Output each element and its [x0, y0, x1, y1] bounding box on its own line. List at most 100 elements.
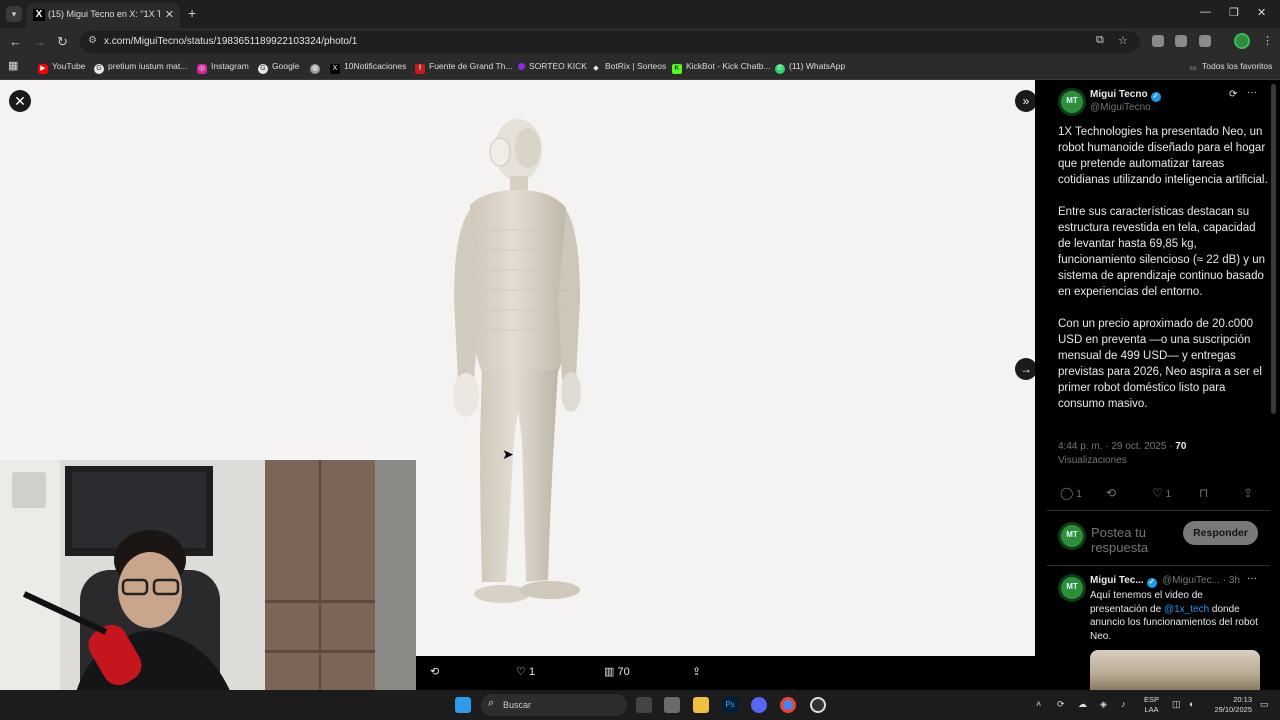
windows-taskbar: ⌕ Buscar Ps ˄ ⟳ ☁ ◈ ♪ ESP LAA ◫ ◖ 20:13 29…	[0, 690, 1280, 720]
wifi-icon[interactable]: ◫	[1172, 699, 1181, 710]
taskbar-clock[interactable]: 20:13 29/10/2025	[1208, 695, 1252, 715]
app-icon[interactable]	[810, 697, 826, 713]
tab-close-icon[interactable]: ✕	[165, 8, 174, 21]
new-tab-button[interactable]: +	[188, 5, 196, 21]
bookmark-globe[interactable]: ◍	[310, 61, 324, 74]
next-photo-button[interactable]: →	[1015, 358, 1037, 380]
restore-button[interactable]: ❐	[1229, 6, 1239, 19]
tweet-view-count: 70	[1175, 441, 1187, 452]
bookmark-icon[interactable]: ⊓	[1199, 486, 1208, 500]
bookmark-star-icon[interactable]: ☆	[1118, 34, 1128, 47]
chrome-icon[interactable]	[780, 697, 796, 713]
bookmark-kickbot[interactable]: K KickBot - Kick Chatb...	[672, 61, 771, 74]
robot-photo	[453, 119, 581, 603]
author-handle[interactable]: @MiguiTecno	[1090, 102, 1151, 113]
tweet-timestamp[interactable]: 4:44 p. m. · 29 oct. 2025 ·	[1058, 441, 1175, 452]
media-action-bar: ⟲ ♡ 1 ▥ 70 ⇪	[416, 656, 1035, 690]
microphone-icon[interactable]: ♪	[1121, 699, 1126, 709]
profile-avatar[interactable]	[1234, 33, 1250, 49]
share-icon[interactable]: ⇪	[1243, 486, 1253, 500]
apps-grid-icon[interactable]: ▦	[8, 59, 18, 72]
divider	[1047, 510, 1270, 511]
reply-more-icon[interactable]: ···	[1247, 573, 1257, 584]
extensions-puzzle-icon[interactable]	[1199, 35, 1211, 47]
reply-submit-button[interactable]: Responder	[1183, 521, 1258, 545]
tweet-text: 1X Technologies ha presentado Neo, un ro…	[1058, 124, 1268, 428]
bookmark-whatsapp[interactable]: ✆ (11) WhatsApp	[775, 61, 845, 74]
onedrive-icon[interactable]: ☁	[1078, 699, 1087, 710]
tab-search-button[interactable]: ▾	[6, 6, 22, 22]
tray-app-icon[interactable]: ◈	[1100, 699, 1107, 710]
grok-icon[interactable]: ⟳	[1229, 89, 1237, 100]
comment-icon: ◯	[1060, 486, 1074, 500]
views-label: Visualizaciones	[1058, 455, 1127, 466]
site-info-icon[interactable]: ⚙	[88, 35, 97, 46]
browser-menu-icon[interactable]: ⋮	[1262, 34, 1273, 47]
address-bar[interactable]: ⚙ x.com/MiguiTecno/status/19836511899221…	[80, 31, 1140, 53]
bookmark-pretium[interactable]: Gpretium iustum mat...	[94, 61, 187, 74]
window-close-button[interactable]: ✕	[1257, 6, 1266, 19]
discord-icon[interactable]	[751, 697, 767, 713]
like-button[interactable]: ♡ 1	[516, 665, 535, 678]
screen: ▾ X (15) Migui Tecno en X: "1X Tech ✕ + …	[0, 0, 1280, 720]
sidebar-scrollbar[interactable]	[1271, 84, 1276, 414]
divider	[1047, 565, 1270, 566]
author-name[interactable]: Migui Tecno ✓	[1090, 89, 1161, 102]
file-explorer-icon[interactable]	[693, 697, 709, 713]
bookmark-instagram[interactable]: ◎ Instagram	[197, 61, 249, 74]
minimize-button[interactable]: —	[1200, 6, 1211, 18]
windows-start-icon[interactable]	[455, 697, 471, 713]
folder-icon: ▭	[1189, 65, 1197, 72]
reply-author[interactable]: Migui Tec... ✓	[1090, 575, 1157, 588]
install-app-icon[interactable]: ⧉	[1096, 34, 1104, 47]
like-tweet-button[interactable]: ♡ 1	[1152, 486, 1171, 500]
author-avatar[interactable]: MT	[1058, 88, 1086, 116]
bookmark-google[interactable]: G Google	[258, 61, 299, 74]
photoshop-icon[interactable]: Ps	[722, 697, 738, 713]
volume-icon[interactable]: ◖	[1188, 699, 1193, 709]
tray-app-icon[interactable]: ⟳	[1057, 699, 1065, 710]
kick-icon	[518, 63, 525, 70]
forward-button[interactable]: →	[33, 34, 46, 49]
reply-author-avatar[interactable]: MT	[1058, 574, 1086, 602]
bar-chart-icon: ▥	[604, 666, 615, 678]
reply-input[interactable]: Postea tu respuesta	[1091, 525, 1181, 555]
more-options-icon[interactable]: ···	[1247, 87, 1257, 98]
reply-video-thumbnail[interactable]	[1090, 650, 1260, 690]
app-icon[interactable]	[664, 697, 680, 713]
kickbot-icon: K	[672, 64, 682, 74]
reply-handle[interactable]: @MiguiTec... · 3h	[1162, 575, 1240, 586]
notifications-icon[interactable]: ▭	[1260, 699, 1269, 710]
browser-tab-active[interactable]: X (15) Migui Tecno en X: "1X Tech ✕	[26, 3, 180, 28]
google-icon: G	[258, 64, 268, 74]
collapse-sidebar-button[interactable]: »	[1015, 90, 1037, 112]
bookmark-gta-source[interactable]: f Fuente de Grand Th...	[415, 61, 512, 74]
bookmark-botrix[interactable]: ◆ BotRix | Sorteos	[591, 61, 666, 74]
my-avatar[interactable]: MT	[1058, 522, 1086, 550]
task-view-icon[interactable]	[636, 697, 652, 713]
mention-link[interactable]: @1x_tech	[1164, 604, 1209, 615]
search-icon: ⌕	[488, 697, 495, 709]
views-button[interactable]: ▥ 70	[604, 665, 630, 678]
extension-icon[interactable]	[1175, 35, 1187, 47]
tray-chevron-icon[interactable]: ˄	[1036, 699, 1041, 709]
tweet-paragraph: Entre sus características destacan su es…	[1058, 206, 1266, 298]
bookmark-notificaciones[interactable]: X 10Notificaciones	[330, 61, 406, 74]
verified-badge-icon: ✓	[1150, 92, 1161, 102]
bookmark-sorteo-kick[interactable]: SORTEO KICK	[518, 61, 587, 71]
extension-icon[interactable]	[1152, 35, 1164, 47]
reload-button[interactable]: ↻	[57, 34, 68, 50]
retweet-icon[interactable]: ⟲	[430, 665, 439, 678]
language-indicator[interactable]: ESP LAA	[1144, 695, 1159, 715]
back-button[interactable]: ←	[9, 34, 22, 49]
x-logo-icon: X	[33, 9, 45, 21]
share-icon[interactable]: ⇪	[692, 665, 701, 678]
taskbar-search[interactable]: ⌕ Buscar	[481, 694, 627, 716]
repost-icon[interactable]: ⟲	[1106, 486, 1116, 500]
mouse-cursor: ➤	[502, 446, 514, 462]
close-viewer-button[interactable]: ✕	[9, 90, 31, 112]
bookmark-youtube[interactable]: ▶ YouTube	[38, 61, 85, 74]
all-bookmarks-folder[interactable]: ▭ Todos los favoritos	[1188, 61, 1273, 74]
reply-button[interactable]: ◯ 1	[1060, 486, 1082, 500]
bookmarks-bar: ▦ ▶ YouTube Gpretium iustum mat... ◎ Insta…	[0, 56, 1280, 80]
